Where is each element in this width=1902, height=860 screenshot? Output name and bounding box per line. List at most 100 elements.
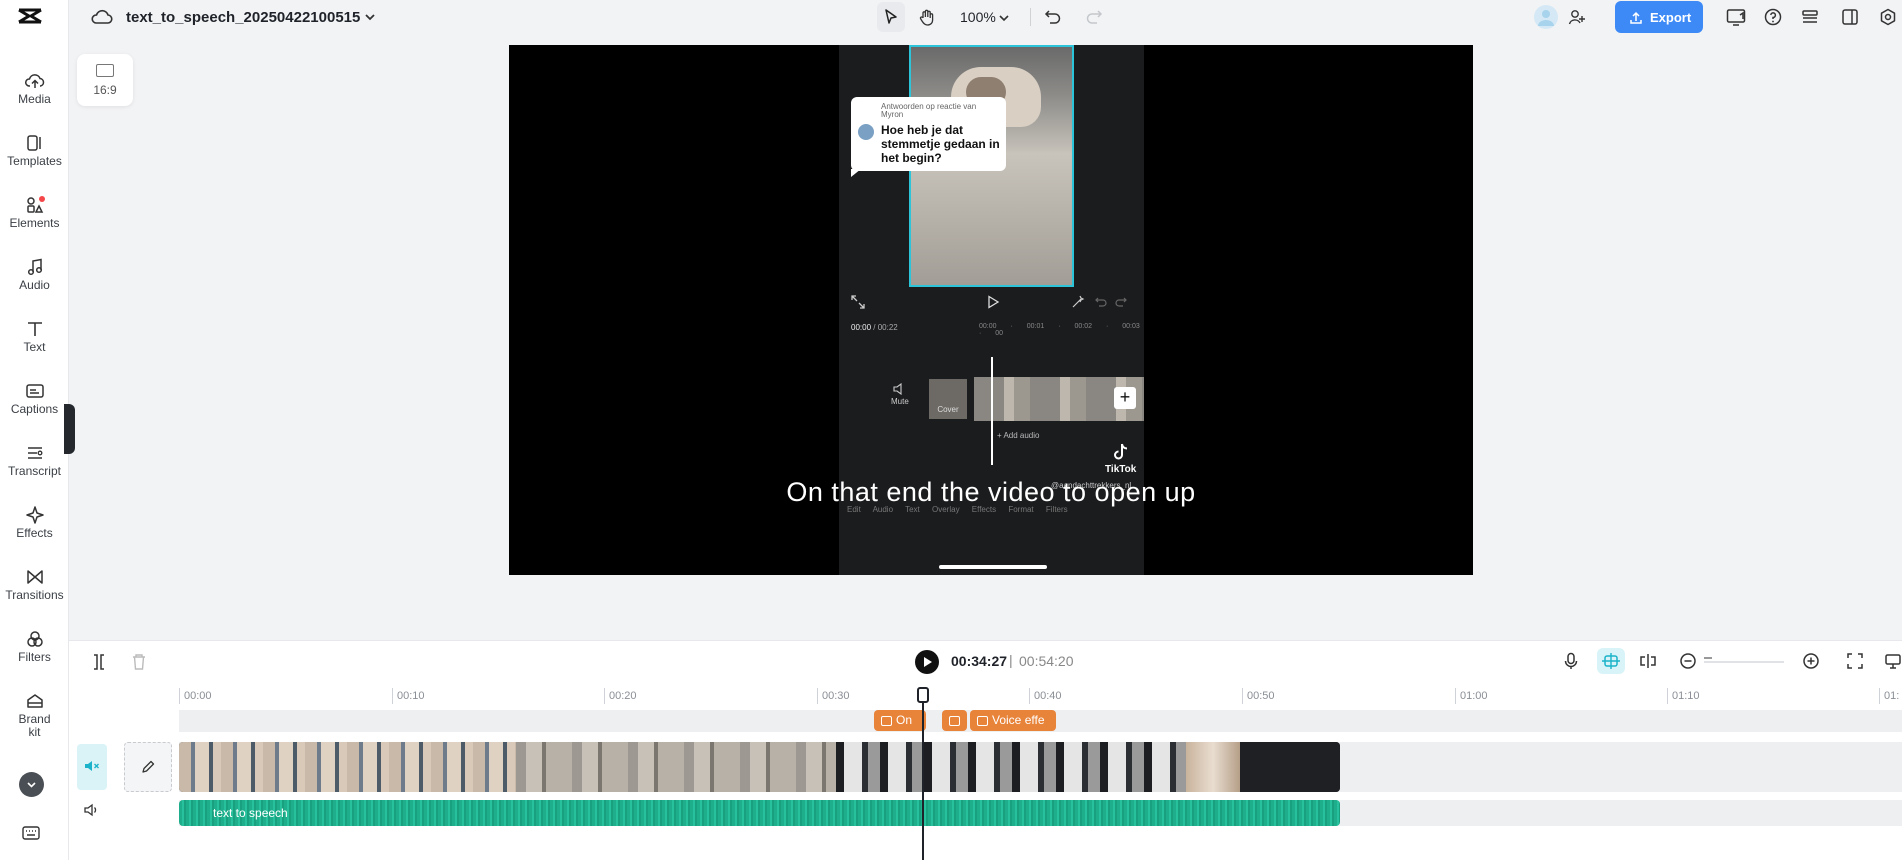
time-ruler[interactable]: 00:00 00:10 00:20 00:30 00:40 00:50 01:0… (179, 688, 1902, 706)
sidebar-item-label: Transitions (5, 588, 64, 602)
video-clip[interactable] (179, 742, 1340, 792)
sidebar-item-label: Effects (16, 526, 53, 540)
plus-icon: + (1114, 387, 1136, 409)
aspect-ratio-label: 16:9 (93, 83, 117, 97)
ruler-tick: 01: (1879, 688, 1899, 704)
microphone-icon[interactable] (1563, 652, 1579, 675)
ruler-tick: 00:00 (179, 688, 212, 704)
track-mute-button[interactable] (77, 744, 107, 790)
chevron-down-icon[interactable] (998, 11, 1010, 29)
caption-clip[interactable] (942, 710, 967, 731)
magnet-toggle[interactable] (1597, 648, 1625, 674)
fullscreen-icon (851, 295, 865, 314)
settings-gear-icon[interactable] (1879, 8, 1897, 31)
split-icon[interactable] (91, 653, 107, 676)
aspect-ratio-icon (96, 64, 114, 77)
sidebar-item-text[interactable]: Text (0, 320, 69, 354)
panel-layout-icon[interactable] (1841, 8, 1859, 31)
more-tools-button[interactable] (19, 772, 44, 797)
aspect-ratio-button[interactable]: 16:9 (77, 54, 133, 106)
current-time: 00:34:27 (951, 653, 1008, 669)
timeline-zoom-slider[interactable] (1704, 661, 1784, 663)
playhead[interactable] (922, 692, 924, 860)
avatar[interactable] (1534, 5, 1558, 29)
zoom-in-icon[interactable] (1802, 652, 1820, 675)
sidebar-collapse-handle[interactable] (64, 404, 75, 454)
playhead-handle[interactable] (917, 687, 929, 703)
hand-tool-button[interactable] (912, 2, 940, 32)
caption-clip[interactable]: On (874, 710, 926, 731)
timeline-zoom-knob[interactable] (1704, 657, 1712, 659)
audio-clip[interactable] (179, 800, 1340, 826)
play-button[interactable] (915, 650, 939, 674)
fit-timeline-icon[interactable] (1846, 652, 1864, 675)
split-preview-icon[interactable] (1639, 652, 1657, 675)
capcut-logo-icon[interactable] (15, 4, 45, 30)
ruler-tick: 00:10 (392, 688, 425, 704)
ruler-tick: 00:40 (1029, 688, 1062, 704)
sidebar-item-templates[interactable]: Templates (0, 134, 69, 168)
speaker-icon (893, 382, 902, 396)
video-preview[interactable]: Antwoorden op reactie van Myron Hoe heb … (509, 45, 1473, 575)
layers-icon[interactable] (1801, 8, 1819, 31)
caption-clip[interactable]: Voice effe (970, 710, 1056, 731)
cover-button[interactable] (124, 742, 172, 792)
chevron-down-icon[interactable] (363, 10, 377, 29)
pencil-icon (142, 760, 155, 773)
sidebar-item-media[interactable]: Media (0, 72, 69, 106)
sidebar-item-elements[interactable]: Elements (0, 196, 69, 230)
divider (1030, 8, 1031, 26)
sidebar-item-label: Templates (7, 154, 62, 168)
tiktok-note-icon (1113, 443, 1127, 460)
total-duration: 00:54:20 (1019, 653, 1074, 669)
caption-overlay[interactable]: On that end the video to open up (509, 477, 1473, 508)
top-bar: text_to_speech_20250422100515 100% Expor… (69, 0, 1902, 34)
commenter-avatar (858, 124, 874, 140)
sidebar-item-transitions[interactable]: Transitions (0, 568, 69, 602)
notification-dot (39, 196, 45, 202)
sidebar-item-captions[interactable]: Captions (0, 382, 69, 416)
select-tool-button[interactable] (877, 2, 905, 32)
redo-icon[interactable] (1085, 8, 1103, 31)
keyboard-shortcuts-icon[interactable] (22, 826, 40, 845)
phone-playhead (991, 357, 993, 465)
timeline[interactable]: 00:00 00:10 00:20 00:30 00:40 00:50 01:0… (69, 680, 1902, 860)
magic-icon (1071, 295, 1085, 314)
comment-header: Antwoorden op reactie van Myron (881, 102, 977, 119)
sidebar-item-effects[interactable]: Effects (0, 506, 69, 540)
add-user-icon[interactable] (1568, 8, 1586, 31)
sidebar-item-transcript[interactable]: Transcript (0, 444, 69, 478)
time-separator: | (1009, 652, 1013, 668)
video-thumbnails-segment (1240, 742, 1340, 792)
audio-clip-label: text to speech (213, 806, 288, 820)
sidebar-item-audio[interactable]: Audio (0, 258, 69, 292)
delete-icon[interactable] (131, 653, 147, 676)
caption-track-icon[interactable] (1884, 652, 1902, 675)
undo-icon[interactable] (1044, 8, 1062, 31)
tiktok-label: TikTok (1105, 464, 1137, 475)
text-icon (27, 322, 42, 336)
zoom-out-icon[interactable] (1679, 652, 1697, 675)
sidebar-item-filters[interactable]: Filters (0, 630, 69, 664)
zoom-level[interactable]: 100% (960, 9, 996, 25)
phone-add-audio: + Add audio (997, 431, 1040, 440)
left-sidebar: Media Templates Elements Audio Text Capt… (0, 0, 69, 860)
sparkle-icon (25, 506, 44, 524)
phone-cover: Cover (929, 379, 967, 419)
ruler-tick: 01:10 (1667, 688, 1700, 704)
phone-timecode: 00:00 / 00:22 (851, 323, 898, 332)
speaker-icon[interactable] (84, 803, 100, 822)
present-screen-icon[interactable] (1726, 8, 1746, 31)
export-button[interactable]: Export (1615, 1, 1703, 33)
captions-icon (25, 384, 44, 398)
timeline-toolbar: 00:34:27 | 00:54:20 (69, 640, 1902, 680)
video-thumbnails-segment (516, 742, 836, 792)
tiktok-logo: TikTok (1105, 443, 1136, 475)
cursor-arrow-icon (885, 9, 897, 24)
sidebar-item-brand-kit[interactable]: Brand kit (0, 692, 69, 739)
project-name[interactable]: text_to_speech_20250422100515 (126, 9, 360, 26)
chevron-down-icon (27, 782, 36, 788)
help-icon[interactable] (1764, 8, 1782, 31)
sidebar-item-label: Filters (18, 650, 51, 664)
redo-icon (1115, 295, 1127, 313)
